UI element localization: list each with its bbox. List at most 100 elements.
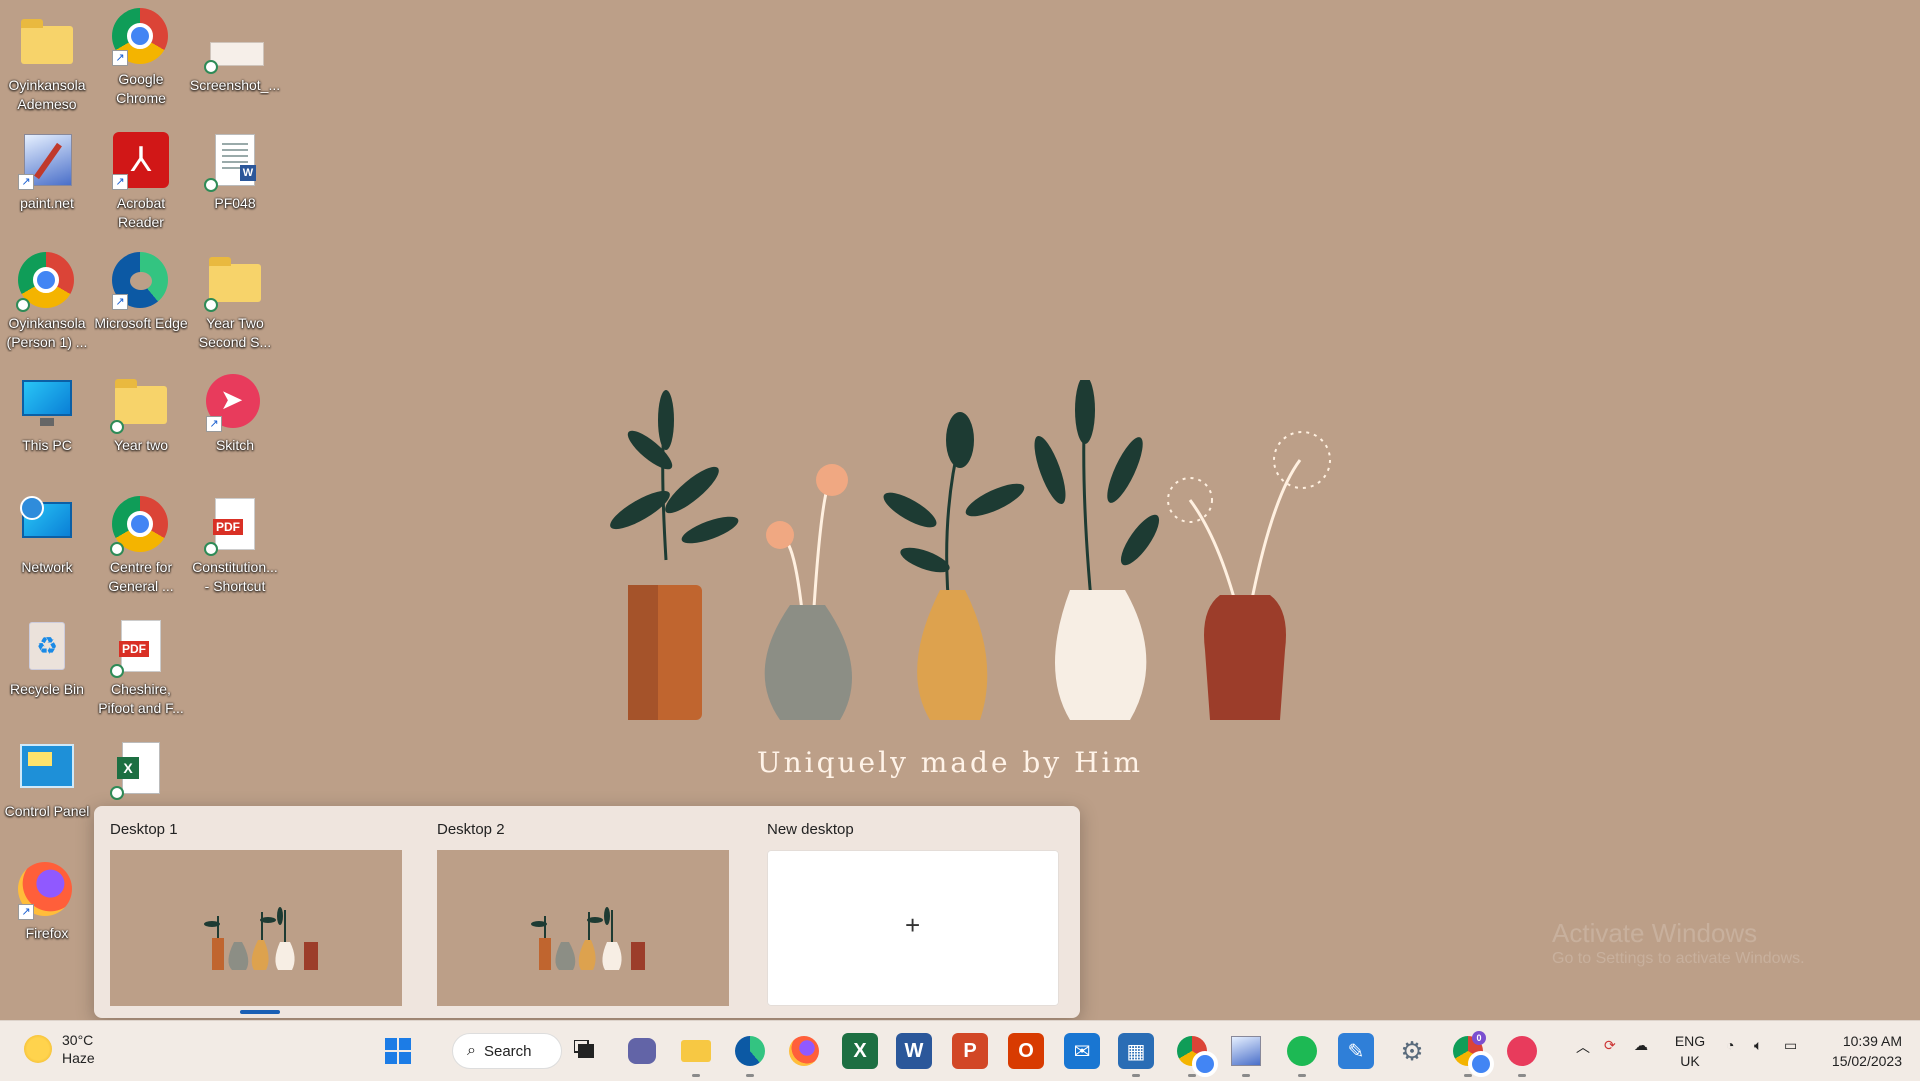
mail-taskbar-button[interactable]: ✉: [1064, 1033, 1100, 1069]
desktop-icon-paintnet[interactable]: ↗ paint.net: [0, 128, 94, 246]
battery-icon: ▭: [1784, 1037, 1798, 1053]
whiteboard-taskbar-button[interactable]: ✎: [1338, 1033, 1374, 1069]
desktop-icon-label: Microsoft Edge: [94, 315, 188, 331]
desktop-icon-acrobat[interactable]: ⅄ ↗ Acrobat Reader: [94, 128, 188, 246]
edge-taskbar-button[interactable]: [732, 1033, 768, 1077]
desktop-1-thumbnail[interactable]: [110, 850, 402, 1006]
desktop-icon-label: Oyinkansola Ademeso: [8, 77, 86, 112]
weather-widget[interactable]: 30°C Haze: [24, 1031, 95, 1067]
sync-status-button[interactable]: ⟳: [1604, 1037, 1616, 1054]
firefox-taskbar-button[interactable]: [786, 1033, 822, 1069]
running-indicator: [1464, 1074, 1472, 1077]
gear-icon: ⚙: [1400, 1035, 1424, 1066]
new-desktop-button[interactable]: +: [767, 850, 1059, 1006]
language-region: UK: [1680, 1053, 1700, 1069]
desktop-icon-control-panel[interactable]: Control Panel: [0, 736, 94, 854]
desktop-icon-label: Year Two Second S...: [198, 315, 272, 350]
office-icon: O: [1018, 1039, 1034, 1062]
skitch-taskbar-button[interactable]: [1504, 1033, 1540, 1077]
desktop-icon-year-two[interactable]: Year two: [94, 370, 188, 488]
task-view-button[interactable]: [568, 1033, 604, 1069]
search-icon: ⌕: [467, 1042, 476, 1059]
mail-icon: ✉: [1073, 1040, 1091, 1063]
desktop-icon-this-pc[interactable]: This PC: [0, 370, 94, 488]
desktop-icon-label: PF048: [214, 195, 256, 211]
taskbar-search-button[interactable]: ⌕ Search: [452, 1033, 562, 1069]
desktop-icon-firefox[interactable]: ↗ Firefox: [0, 858, 94, 976]
running-indicator: [1298, 1074, 1306, 1077]
language-indicator[interactable]: ENG UK: [1672, 1031, 1708, 1071]
desktop-icon-pf048[interactable]: W PF048: [188, 128, 282, 246]
show-hidden-icons-button[interactable]: ︿: [1576, 1037, 1590, 1057]
haze-sun-icon: [24, 1035, 52, 1063]
acrobat-icon: ⅄ ↗: [112, 132, 170, 190]
clock-date: 15/02/2023: [1831, 1053, 1902, 1069]
desktop-icon-label: Firefox: [25, 925, 69, 941]
file-explorer-button[interactable]: [678, 1033, 714, 1077]
snipping-app-taskbar-button[interactable]: ▦: [1118, 1033, 1154, 1077]
powerpoint-taskbar-button[interactable]: P: [952, 1033, 988, 1069]
windows-logo-icon: [385, 1038, 411, 1064]
spotify-taskbar-button[interactable]: [1284, 1033, 1320, 1077]
chrome-icon: [1177, 1036, 1218, 1077]
desktop-icon-user-folder[interactable]: Oyinkansola Ademeso: [0, 10, 94, 128]
desktop-icon-label: Constitution... - Shortcut: [192, 559, 278, 594]
desktop-icon-google-chrome[interactable]: ↗ Google Chrome: [94, 4, 188, 122]
desktop-2-thumbnail[interactable]: [437, 850, 729, 1006]
office-taskbar-button[interactable]: O: [1008, 1033, 1044, 1069]
desktop-icon-constitution-pdf[interactable]: PDF Constitution... - Shortcut: [188, 492, 282, 610]
vase-plant-1: [610, 390, 739, 720]
clock[interactable]: 10:39 AM 15/02/2023: [1820, 1031, 1902, 1071]
control-panel-icon: [18, 740, 76, 798]
desktop-icon-screenshot[interactable]: Screenshot_...: [188, 10, 282, 128]
thumbnail-wallpaper: [531, 907, 645, 970]
chrome-taskbar-button[interactable]: [1174, 1033, 1218, 1077]
battery-button[interactable]: ▭: [1784, 1037, 1797, 1054]
edge-icon: [735, 1036, 765, 1066]
profile-badge: 0: [1472, 1031, 1486, 1045]
desktop-2-tile[interactable]: Desktop 2: [437, 818, 729, 1006]
volume-button[interactable]: 🔈︎: [1754, 1037, 1762, 1054]
folder-icon: [110, 374, 170, 434]
desktop-icon-label: Centre for General ...: [108, 559, 174, 594]
desktop-icon-label: Cheshire, Pifoot and F...: [98, 681, 184, 716]
weather-description: Haze: [62, 1050, 95, 1066]
watermark-title: Activate Windows: [1552, 918, 1758, 948]
desktop-icon-cheshire-pdf[interactable]: PDF Cheshire, Pifoot and F...: [94, 614, 188, 732]
speaker-icon: 🔈︎: [1754, 1037, 1763, 1053]
teams-chat-button[interactable]: [624, 1033, 660, 1069]
chrome-profile-icon: [16, 252, 76, 312]
file-explorer-icon: [681, 1040, 711, 1062]
desktop-icon-year-two-second[interactable]: Year Two Second S...: [188, 248, 282, 366]
desktop-icon-centre-for-general[interactable]: Centre for General ...: [94, 492, 188, 610]
firefox-icon: ↗: [18, 862, 76, 920]
start-button[interactable]: [380, 1033, 416, 1069]
new-desktop-title: New desktop: [767, 821, 854, 838]
clock-time: 10:39 AM: [1842, 1033, 1902, 1049]
desktop-1-tile[interactable]: Desktop 1: [110, 818, 402, 1006]
excel-taskbar-button[interactable]: X: [842, 1033, 878, 1069]
desktop-icon-label: Network: [21, 559, 73, 575]
vase-plant-3: [883, 412, 1025, 720]
this-pc-icon: [18, 374, 76, 432]
desktop-icon-network[interactable]: Network: [0, 492, 94, 610]
word-taskbar-button[interactable]: W: [896, 1033, 932, 1069]
desktop-icon-edge[interactable]: ↗ Microsoft Edge: [94, 248, 188, 366]
wifi-button[interactable]: ◔: [1726, 1037, 1734, 1053]
folder-icon: [204, 252, 264, 312]
user-folder-icon: [18, 14, 76, 72]
plus-icon: +: [905, 910, 921, 940]
settings-taskbar-button[interactable]: ⚙: [1394, 1033, 1430, 1069]
desktop-icon-chrome-profile[interactable]: Oyinkansola (Person 1) ...: [0, 248, 94, 366]
desktop-1-title: Desktop 1: [110, 821, 178, 838]
taskbar: 30°C Haze ⌕ Search X W P O ✉ ▦ ✎ ⚙ 0 ︿ ⟳…: [0, 1020, 1920, 1081]
paintnet-taskbar-button[interactable]: [1228, 1033, 1264, 1077]
desktop-icon-skitch[interactable]: ↗ Skitch: [188, 370, 282, 488]
chrome-profile-taskbar-button[interactable]: 0: [1450, 1031, 1494, 1077]
onedrive-button[interactable]: ☁: [1634, 1037, 1648, 1054]
new-desktop-tile[interactable]: New desktop +: [767, 818, 1059, 1006]
desktop-icon-recycle-bin[interactable]: ♻ Recycle Bin: [0, 614, 94, 732]
running-indicator: [1242, 1074, 1250, 1077]
weather-text: 30°C Haze: [62, 1031, 95, 1067]
paintnet-icon: [1231, 1036, 1261, 1066]
